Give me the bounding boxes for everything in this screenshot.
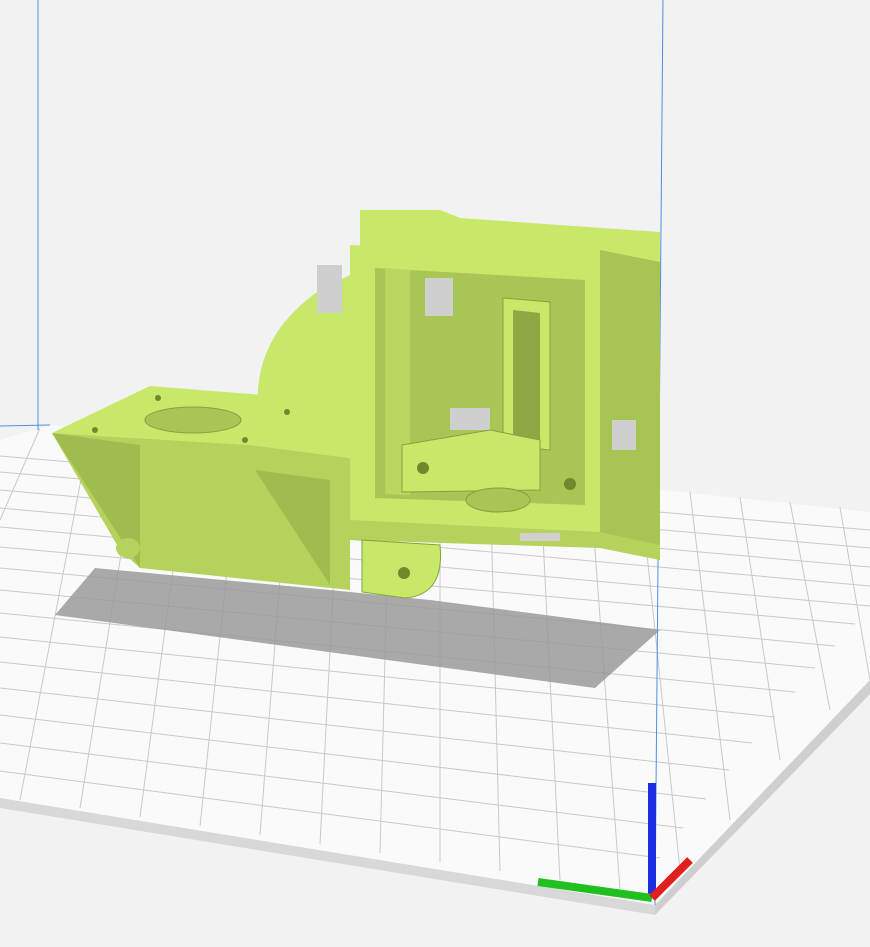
model-screw-hole-1 bbox=[92, 427, 98, 433]
model-bearing-hole-right bbox=[564, 478, 576, 490]
model-support-block-3 bbox=[612, 420, 636, 450]
model-slot-inner bbox=[513, 310, 540, 440]
model-bearing-hole-left bbox=[417, 462, 429, 474]
model-extruder-carriage[interactable] bbox=[52, 210, 660, 599]
model-mount-hole bbox=[398, 567, 410, 579]
scene-canvas[interactable] bbox=[0, 0, 870, 947]
model-bottom-support bbox=[520, 533, 560, 541]
3d-viewport[interactable] bbox=[0, 0, 870, 947]
model-motor-hole bbox=[144, 406, 242, 434]
model-screw-hole-2 bbox=[155, 395, 161, 401]
model-support-block-4 bbox=[450, 408, 490, 430]
model-bottom-tab bbox=[116, 538, 140, 558]
model-screw-hole-4 bbox=[284, 409, 290, 415]
model-screw-hole-3 bbox=[242, 437, 248, 443]
model-frame-right-side bbox=[600, 250, 660, 560]
model-nozzle-cone bbox=[465, 487, 531, 513]
model-support-block-2 bbox=[425, 278, 453, 316]
model-support-block-1 bbox=[317, 265, 342, 313]
